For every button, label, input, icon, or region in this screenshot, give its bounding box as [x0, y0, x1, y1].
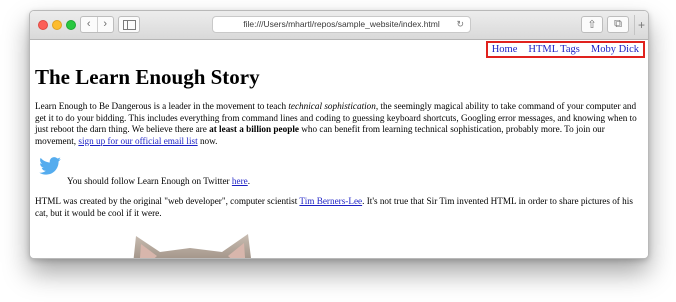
tabs-icon: ⧉ — [614, 18, 622, 30]
close-window-button[interactable] — [38, 20, 48, 30]
sidebar-icon — [122, 19, 136, 30]
share-button[interactable]: ⇧ — [581, 16, 603, 33]
twitter-bird-icon — [39, 157, 61, 175]
history-text-1: HTML was created by the original "web de… — [35, 196, 300, 206]
sidebar-toggle-button[interactable] — [118, 16, 140, 33]
nav-link-html-tags[interactable]: HTML Tags — [528, 43, 579, 56]
tim-berners-lee-link[interactable]: Tim Berners-Lee — [299, 196, 362, 206]
twitter-line: You should follow Learn Enough on Twitte… — [67, 176, 250, 187]
back-button[interactable]: ‹ — [81, 17, 97, 32]
nav-link-moby-dick[interactable]: Moby Dick — [591, 43, 639, 56]
browser-toolbar: ‹ › file:///Users/mhartl/repos/sample_we… — [30, 11, 648, 40]
minimize-window-button[interactable] — [52, 20, 62, 30]
intro-emphasis: technical sophistication — [288, 101, 376, 111]
cat-image — [133, 234, 251, 258]
zoom-window-button[interactable] — [66, 20, 76, 30]
twitter-link[interactable]: here — [232, 176, 248, 186]
html-history-paragraph: HTML was created by the original "web de… — [35, 196, 643, 219]
nav-link-home[interactable]: Home — [492, 43, 518, 56]
intro-paragraph: Learn Enough to Be Dangerous is a leader… — [35, 101, 643, 147]
page-title: The Learn Enough Story — [35, 65, 260, 89]
intro-text-4: now. — [197, 135, 218, 146]
page-content: The Learn Enough Story Learn Enough to B… — [35, 64, 643, 219]
reload-icon[interactable]: ↻ — [456, 17, 464, 32]
url-text: file:///Users/mhartl/repos/sample_websit… — [243, 19, 440, 29]
twitter-text: You should follow Learn Enough on Twitte… — [67, 176, 232, 186]
twitter-section: You should follow Learn Enough on Twitte… — [35, 157, 643, 189]
site-nav: Home HTML Tags Moby Dick — [485, 41, 645, 58]
intro-strong: at least a billion people — [209, 124, 299, 134]
new-tab-button[interactable]: + — [634, 15, 648, 35]
twitter-period: . — [247, 176, 251, 186]
show-tabs-button[interactable]: ⧉ — [607, 16, 629, 33]
intro-text-1: Learn Enough to Be Dangerous is a leader… — [35, 101, 289, 111]
email-signup-link[interactable]: sign up for our official email list — [78, 136, 197, 146]
share-icon: ⇧ — [587, 19, 597, 31]
address-bar[interactable]: file:///Users/mhartl/repos/sample_websit… — [212, 16, 471, 33]
forward-button[interactable]: › — [96, 17, 114, 32]
browser-window: ‹ › file:///Users/mhartl/repos/sample_we… — [29, 10, 649, 259]
history-nav: ‹ › — [80, 16, 114, 33]
page-viewport: Home HTML Tags Moby Dick The Learn Enoug… — [30, 40, 648, 258]
